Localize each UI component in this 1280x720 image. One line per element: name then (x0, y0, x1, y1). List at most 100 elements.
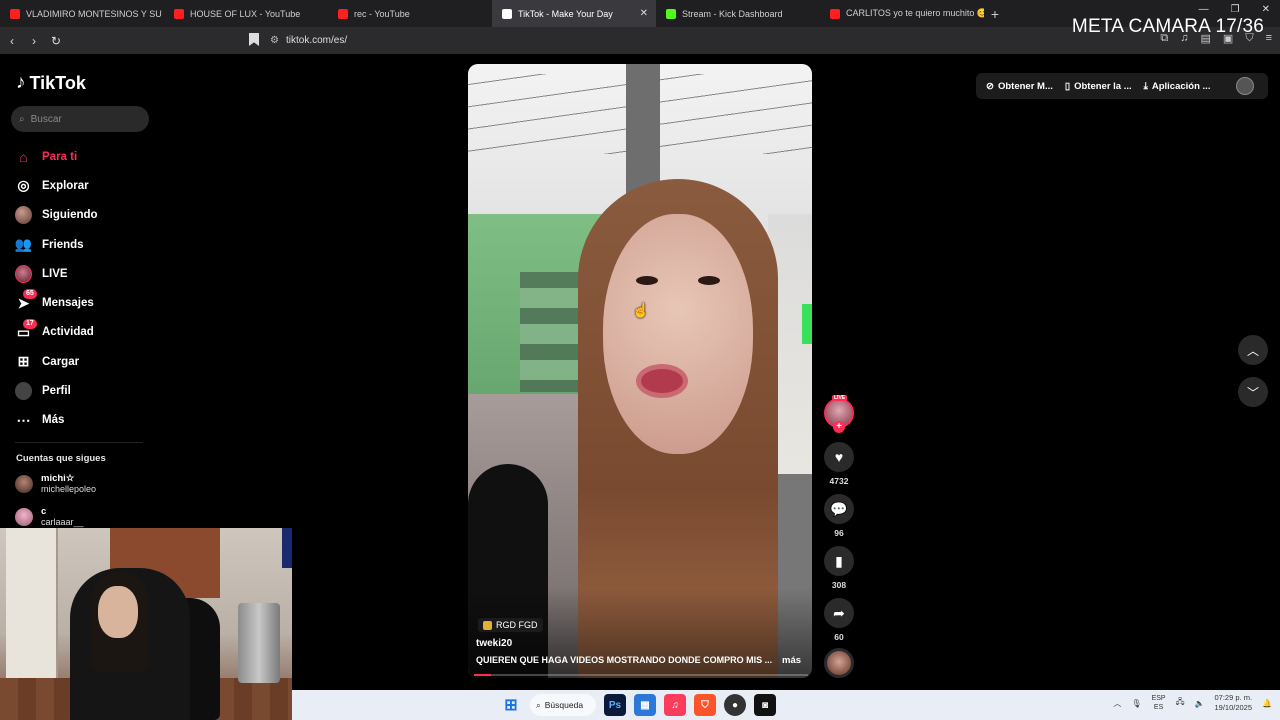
youtube-icon (830, 8, 840, 19)
tab-3[interactable]: rec - YouTube (328, 0, 492, 27)
home-icon: ⌂ (19, 148, 28, 165)
follow-plus-button[interactable]: + (833, 421, 845, 433)
webcam-overlay (0, 528, 292, 720)
comment-icon[interactable]: 💬 (824, 494, 854, 524)
brave-browser-icon[interactable]: ⛉ (694, 694, 716, 716)
photoshop-icon[interactable]: Ps (604, 694, 626, 716)
logo-text: TikTok (29, 72, 86, 93)
messages-badge: 65 (23, 289, 37, 300)
tab-1[interactable]: VLADIMIRO MONTESINOS Y SU OBSESIÓN (0, 0, 164, 27)
notification-bell-icon[interactable]: 🔔 (1262, 699, 1272, 708)
kick-icon (666, 8, 676, 19)
search-input[interactable]: ⌕ Buscar (11, 106, 149, 132)
heart-icon[interactable]: ♥ (824, 442, 854, 472)
video-username[interactable]: tweki20 (476, 638, 512, 649)
youtube-icon (338, 8, 348, 19)
taskbar-icons: ⊞ ⌕ Búsqueda Ps ▦ ♫ ⛉ ● ◙ (500, 694, 776, 716)
comment-action[interactable]: 💬 96 (822, 494, 856, 538)
previous-video-button[interactable]: ︿ (1238, 335, 1268, 365)
clock-date: 19/10/2025 (1214, 703, 1253, 712)
video-green-light (802, 304, 812, 344)
get-coins-button[interactable]: ⊘ Obtener M... (986, 81, 1053, 92)
volume-icon[interactable]: 🔈 (1195, 699, 1205, 708)
video-caption: QUIEREN QUE HAGA VIDEOS MOSTRANDO DONDE … (476, 655, 773, 665)
chevron-up-icon[interactable]: ︿ (1113, 698, 1121, 709)
sidebar-item-mensajes[interactable]: ➤ 65 Mensajes (15, 288, 98, 317)
sidebar-item-label: Mensajes (42, 297, 94, 310)
close-window-icon[interactable]: ✕ (1262, 4, 1270, 15)
tab-5[interactable]: Stream - Kick Dashboard (656, 0, 820, 27)
music-disc-icon[interactable] (824, 648, 854, 678)
video-progress-bar[interactable] (474, 674, 808, 676)
forward-icon[interactable]: › (24, 34, 44, 48)
sidebar-item-label: Cargar (42, 355, 80, 368)
following-username: carlaaar__ (41, 517, 84, 527)
sidebar-item-label: Perfil (42, 385, 71, 398)
bookmark-icon[interactable] (249, 33, 259, 46)
network-icon[interactable]: 🖧 (1176, 696, 1185, 710)
sidebar-item-explorar[interactable]: ◎ Explorar (15, 171, 98, 200)
lang-top: ESP (1151, 695, 1166, 702)
save-action[interactable]: ▮ 308 (822, 546, 856, 590)
site-settings-icon[interactable]: ⚙ (270, 35, 286, 46)
streamlabs-icon[interactable]: ◙ (754, 694, 776, 716)
clock[interactable]: 07:29 p. m. 19/10/2025 (1214, 693, 1252, 713)
sidebar-item-actividad[interactable]: ▭ 17 Actividad (15, 318, 98, 347)
tab-title: rec - YouTube (354, 8, 410, 19)
following-username: michellepoleo (41, 484, 97, 494)
sidebar-item-cargar[interactable]: ⊞ Cargar (15, 347, 98, 376)
clock-time: 07:29 p. m. (1214, 693, 1253, 702)
share-action[interactable]: ➦ 60 (822, 598, 856, 642)
tab-title: HOUSE OF LUX - YouTube (190, 8, 301, 19)
reload-icon[interactable]: ↻ (46, 34, 66, 48)
video-player[interactable] (468, 64, 812, 678)
next-video-button[interactable]: ﹀ (1238, 377, 1268, 407)
bookmark-icon[interactable]: ▮ (824, 546, 854, 576)
music-app-icon[interactable]: ♫ (664, 694, 686, 716)
language-indicator[interactable]: ESP ES (1152, 694, 1166, 712)
windows-start-icon[interactable]: ⊞ (500, 694, 522, 716)
webcam-trash-bin (238, 603, 280, 683)
following-name: michi☆ (41, 473, 75, 484)
desktop-app-button[interactable]: ⤓ Aplicación ... (1144, 81, 1211, 92)
sidebar-item-live[interactable]: LIVE (15, 259, 98, 288)
following-heading: Cuentas que sigues (16, 453, 106, 464)
new-tab-button[interactable]: + (984, 6, 1006, 22)
video-effect-tag[interactable]: RGD FGD (478, 618, 543, 632)
get-app-button[interactable]: ▯ Obtener la ... (1065, 81, 1132, 92)
sidebar-menu: ⌂ Para ti ◎ Explorar Siguiendo 👥 Friends… (15, 142, 98, 435)
sidebar-item-para-ti[interactable]: ⌂ Para ti (15, 142, 98, 171)
tiktok-logo[interactable]: ♪ TikTok (16, 72, 86, 94)
webcam-face (98, 586, 138, 638)
sidebar-item-mas[interactable]: ⋯ Más (15, 406, 98, 435)
tab-6[interactable]: CARLITOS yo te quiero muchito 😊🥹 (820, 0, 984, 27)
microphone-icon[interactable]: 🎙 (1131, 699, 1141, 708)
restore-icon[interactable]: ❐ (1231, 4, 1240, 15)
save-count: 308 (831, 580, 847, 590)
window-controls: — ❐ ✕ (1199, 4, 1270, 15)
close-tab-icon[interactable]: ✕ (640, 8, 648, 19)
obs-icon[interactable]: ● (724, 694, 746, 716)
youtube-icon (10, 8, 20, 19)
minimize-icon[interactable]: — (1199, 4, 1209, 15)
top-actions-bar: ⊘ Obtener M... ▯ Obtener la ... ⤓ Aplica… (976, 73, 1268, 99)
menu-icon[interactable]: ≡ (1266, 32, 1272, 45)
sidebar-item-siguiendo[interactable]: Siguiendo (15, 201, 98, 230)
share-icon[interactable]: ➦ (824, 598, 854, 628)
following-account[interactable]: michi☆ michellepoleo (15, 473, 96, 495)
back-icon[interactable]: ‹ (2, 34, 22, 48)
phone-icon: ▯ (1064, 80, 1071, 92)
following-name: c (41, 506, 47, 517)
sidebar-item-perfil[interactable]: Perfil (15, 376, 98, 405)
store-icon[interactable]: ▦ (634, 694, 656, 716)
sidebar-item-friends[interactable]: 👥 Friends (15, 230, 98, 259)
user-avatar[interactable] (1236, 77, 1254, 95)
like-action[interactable]: ♥ 4732 (822, 442, 856, 486)
screen: VLADIMIRO MONTESINOS Y SU OBSESIÓN HOUSE… (0, 0, 1280, 720)
following-account[interactable]: c carlaaar__ (15, 506, 84, 528)
caption-more-link[interactable]: más (782, 655, 801, 666)
tab-2[interactable]: HOUSE OF LUX - YouTube (164, 0, 328, 27)
taskbar-search[interactable]: ⌕ Búsqueda (530, 694, 596, 716)
address-bar[interactable]: ⚙ tiktok.com/es/ (270, 30, 990, 51)
tab-4-active[interactable]: TikTok - Make Your Day ✕ (492, 0, 656, 27)
